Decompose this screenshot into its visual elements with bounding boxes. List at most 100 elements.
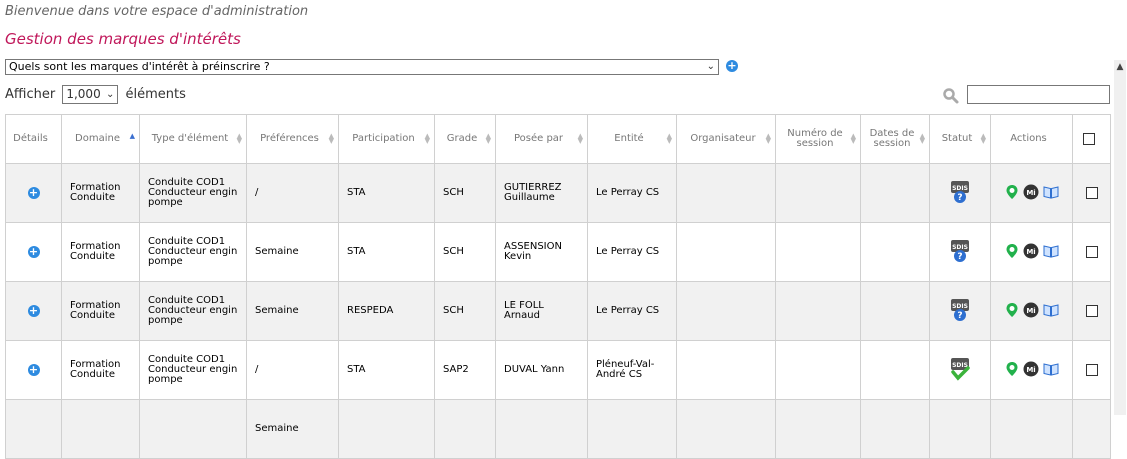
book-icon[interactable] [1043, 185, 1059, 202]
cell-posee-par [495, 399, 588, 459]
cell-type: Conduite COD1 Conducteur engin pompe [139, 281, 247, 341]
col-grade[interactable]: Grade ▲ ▼ [434, 114, 496, 164]
cell-participation: STA [338, 340, 435, 400]
sort-icon: ▲ ▼ [980, 132, 986, 145]
preregister-select[interactable]: Quels sont les marques d'intérêt à préin… [5, 59, 719, 75]
cell-statut [929, 399, 991, 459]
book-icon[interactable] [1043, 303, 1059, 320]
scroll-up-arrow[interactable]: ▲ [1114, 60, 1126, 74]
sort-icon: ▲ ▼ [236, 132, 242, 145]
add-icon[interactable]: + [726, 60, 738, 72]
cell-posee-par: ASSENSION Kevin [495, 222, 588, 282]
cell-details[interactable]: + [5, 222, 62, 282]
page-length-select[interactable]: 1,000 ⌄ [62, 85, 119, 104]
sort-icon: ▲ ▼ [485, 132, 491, 145]
svg-text:?: ? [957, 311, 962, 321]
col-select-all[interactable] [1072, 114, 1111, 164]
cell-preferences: / [246, 340, 339, 400]
col-dates-session[interactable]: Dates de session ▲ ▼ [860, 114, 930, 164]
page-length-control: Afficher 1,000 ⌄ éléments [5, 85, 186, 104]
page-title: Gestion des marques d'intérêts [5, 30, 241, 48]
cell-actions: Mi [990, 163, 1073, 223]
cell-select[interactable] [1072, 340, 1111, 400]
cell-actions: Mi [990, 222, 1073, 282]
cell-domaine: Formation Conduite [61, 340, 140, 400]
marks-table: Détails Domaine ▲ Type d'élément ▲ ▼ Préfér… [5, 114, 1111, 459]
svg-text:?: ? [957, 252, 962, 262]
cell-details[interactable]: + [5, 340, 62, 400]
col-domaine[interactable]: Domaine ▲ [61, 114, 140, 164]
cell-select[interactable] [1072, 222, 1111, 282]
cell-entite [587, 399, 677, 459]
col-details[interactable]: Détails [5, 114, 62, 164]
cell-numero [775, 340, 861, 400]
select-all-checkbox[interactable] [1082, 133, 1095, 145]
book-icon[interactable] [1043, 244, 1059, 261]
col-numero-session[interactable]: Numéro de session ▲ ▼ [775, 114, 861, 164]
cell-dates [860, 399, 930, 459]
cell-type: Conduite COD1 Conducteur engin pompe [139, 340, 247, 400]
row-checkbox[interactable] [1085, 305, 1098, 317]
cell-organisateur [676, 399, 776, 459]
expand-details-icon[interactable]: + [27, 364, 40, 376]
table-row: Semaine [5, 399, 1111, 459]
expand-details-icon[interactable]: + [27, 305, 40, 317]
cell-statut: SDIS [929, 340, 991, 400]
scrollbar-track[interactable] [1114, 74, 1126, 415]
col-posee-par[interactable]: Posée par ▲ ▼ [495, 114, 588, 164]
svg-text:?: ? [957, 193, 962, 203]
search-input[interactable] [967, 85, 1110, 104]
table-row: + Formation Conduite Conduite COD1 Conduct… [5, 281, 1111, 341]
sdis-pending-icon: SDIS? [949, 180, 971, 208]
sort-icon: ▲ ▼ [328, 132, 334, 145]
row-checkbox[interactable] [1085, 187, 1098, 199]
cell-details[interactable] [5, 399, 62, 459]
svg-text:SDIS: SDIS [952, 244, 968, 251]
cell-participation: STA [338, 163, 435, 223]
cell-details[interactable]: + [5, 281, 62, 341]
col-statut[interactable]: Statut ▲ ▼ [929, 114, 991, 164]
show-label: Afficher [5, 87, 56, 102]
cell-participation [338, 399, 435, 459]
cell-details[interactable]: + [5, 163, 62, 223]
expand-details-icon[interactable]: + [27, 246, 40, 258]
location-pin-icon[interactable] [1005, 184, 1019, 203]
cell-dates [860, 163, 930, 223]
mi-icon[interactable]: Mi [1023, 243, 1039, 262]
location-pin-icon[interactable] [1005, 243, 1019, 262]
col-type[interactable]: Type d'élément ▲ ▼ [139, 114, 247, 164]
col-preferences[interactable]: Préférences ▲ ▼ [246, 114, 339, 164]
book-icon[interactable] [1043, 362, 1059, 379]
cell-domaine: Formation Conduite [61, 281, 140, 341]
cell-domaine [61, 399, 140, 459]
table-row: + Formation Conduite Conduite COD1 Conduct… [5, 163, 1111, 223]
col-actions: Actions [990, 114, 1073, 164]
mi-icon[interactable]: Mi [1023, 302, 1039, 321]
chevron-down-icon: ⌄ [706, 61, 715, 72]
col-participation[interactable]: Participation ▲ ▼ [338, 114, 435, 164]
cell-posee-par: LE FOLL Arnaud [495, 281, 588, 341]
sort-icon: ▲ ▼ [577, 132, 583, 145]
cell-statut: SDIS? [929, 281, 991, 341]
sort-icon: ▲ ▼ [765, 132, 771, 145]
mi-icon[interactable]: Mi [1023, 361, 1039, 380]
sort-icon: ▲ ▼ [850, 132, 856, 145]
mi-icon[interactable]: Mi [1023, 184, 1039, 203]
col-entite[interactable]: Entité ▲ ▼ [587, 114, 677, 164]
cell-select[interactable] [1072, 281, 1111, 341]
row-checkbox[interactable] [1085, 246, 1098, 258]
cell-select[interactable] [1072, 163, 1111, 223]
cell-preferences: / [246, 163, 339, 223]
cell-entite: Pléneuf-Val-André CS [587, 340, 677, 400]
chevron-down-icon: ⌄ [105, 89, 115, 100]
search-icon [943, 88, 959, 104]
row-checkbox[interactable] [1085, 364, 1098, 376]
cell-actions: Mi [990, 281, 1073, 341]
cell-select[interactable] [1072, 399, 1111, 459]
col-organisateur[interactable]: Organisateur ▲ ▼ [676, 114, 776, 164]
svg-text:Mi: Mi [1026, 307, 1035, 315]
cell-participation: RESPEDA [338, 281, 435, 341]
expand-details-icon[interactable]: + [27, 187, 40, 199]
location-pin-icon[interactable] [1005, 302, 1019, 321]
location-pin-icon[interactable] [1005, 361, 1019, 380]
